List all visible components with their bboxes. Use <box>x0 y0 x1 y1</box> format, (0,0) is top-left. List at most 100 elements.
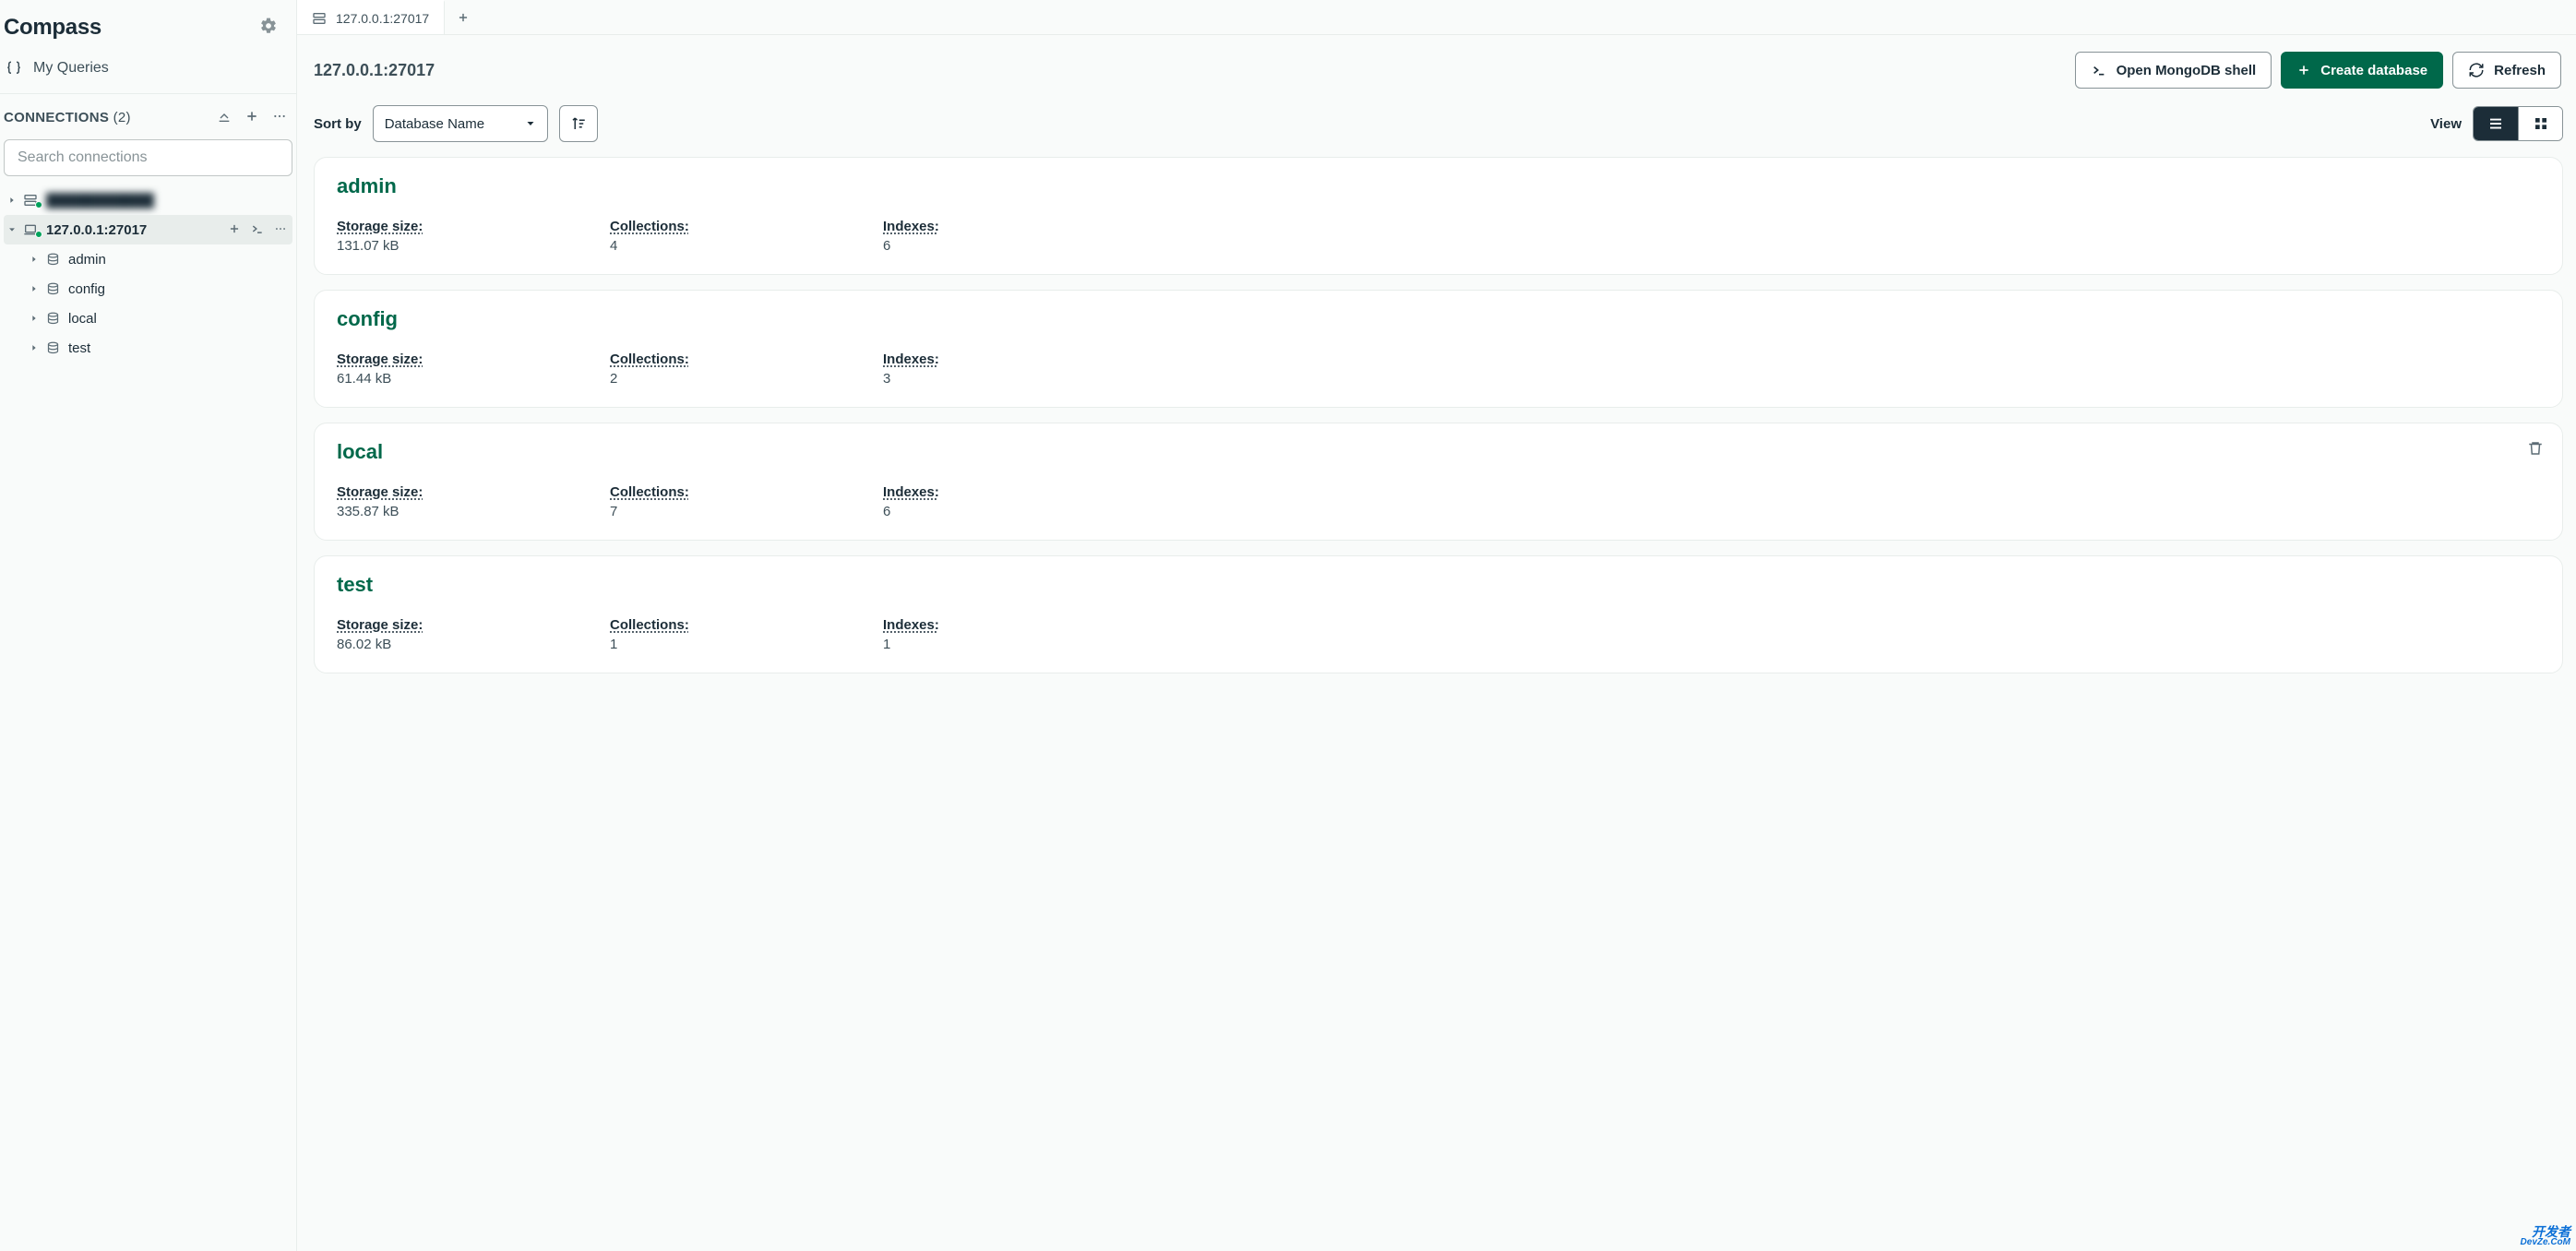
plus-icon <box>2296 63 2311 77</box>
open-shell-button[interactable]: Open MongoDB shell <box>2075 52 2272 89</box>
collections-value: 1 <box>610 637 883 652</box>
database-name: admin <box>337 174 2540 198</box>
database-icon <box>42 253 63 267</box>
database-card[interactable]: local Storage size: 335.87 kB Collection… <box>314 423 2563 541</box>
database-label: config <box>68 281 287 297</box>
chevron-right-icon <box>26 255 42 264</box>
sort-select-value: Database Name <box>385 116 484 132</box>
connection-item[interactable]: ███████████ <box>4 185 292 215</box>
collections-value: 7 <box>610 504 883 519</box>
collections-label: Collections: <box>610 351 689 367</box>
refresh-button[interactable]: Refresh <box>2452 52 2561 89</box>
status-dot-icon <box>35 231 42 238</box>
app-title: Compass <box>4 15 101 41</box>
plus-icon <box>228 222 241 235</box>
watermark: 开发者 DevZe.CoM <box>2521 1225 2570 1247</box>
collapse-all-button[interactable] <box>217 109 232 126</box>
list-icon <box>2487 115 2504 132</box>
database-tree-item[interactable]: admin <box>4 244 292 274</box>
database-label: test <box>68 340 287 356</box>
storage-stat: Storage size: 131.07 kB <box>337 219 610 254</box>
database-tree-item[interactable]: local <box>4 304 292 333</box>
database-name: test <box>337 573 2540 597</box>
connection-label: 127.0.0.1:27017 <box>46 222 228 238</box>
database-stats: Storage size: 131.07 kB Collections: 4 I… <box>337 219 2540 254</box>
settings-button[interactable] <box>256 13 281 42</box>
my-queries-nav[interactable]: My Queries <box>0 49 296 94</box>
connections-more-button[interactable] <box>272 109 287 126</box>
storage-label: Storage size: <box>337 484 423 500</box>
storage-value: 131.07 kB <box>337 238 610 254</box>
database-icon <box>42 341 63 355</box>
storage-label: Storage size: <box>337 617 423 633</box>
braces-icon <box>6 60 22 77</box>
refresh-icon <box>2468 62 2485 78</box>
terminal-icon <box>2091 63 2107 77</box>
storage-stat: Storage size: 86.02 kB <box>337 617 610 652</box>
grid-icon <box>2534 116 2548 131</box>
toolbar-right: View <box>2430 106 2563 141</box>
search-connections <box>4 139 292 176</box>
create-database-label: Create database <box>2320 63 2427 78</box>
database-card[interactable]: admin Storage size: 131.07 kB Collection… <box>314 157 2563 275</box>
connections-label-text: CONNECTIONS <box>4 110 109 125</box>
view-grid-button[interactable] <box>2518 107 2562 140</box>
chevron-right-icon <box>26 314 42 323</box>
toolbar-left: Sort by Database Name <box>314 105 598 142</box>
storage-label: Storage size: <box>337 219 423 234</box>
gear-icon <box>259 17 278 35</box>
database-name: config <box>337 307 2540 331</box>
sort-select[interactable]: Database Name <box>373 105 548 142</box>
add-connection-button[interactable] <box>244 109 259 126</box>
indexes-value: 3 <box>883 371 1156 387</box>
database-tree-item[interactable]: test <box>4 333 292 363</box>
indexes-label: Indexes: <box>883 219 939 234</box>
collections-label: Collections: <box>610 617 689 633</box>
tab-connection[interactable]: 127.0.0.1:27017 <box>297 0 445 34</box>
open-shell-button[interactable] <box>250 222 265 238</box>
view-list-button[interactable] <box>2474 107 2518 140</box>
toolbar: Sort by Database Name View <box>297 105 2576 157</box>
database-stats: Storage size: 61.44 kB Collections: 2 In… <box>337 351 2540 387</box>
chevron-right-icon <box>4 196 20 205</box>
database-tree-item[interactable]: config <box>4 274 292 304</box>
indexes-label: Indexes: <box>883 617 939 633</box>
laptop-icon <box>20 222 41 237</box>
collections-stat: Collections: 1 <box>610 617 883 652</box>
server-icon <box>312 11 327 26</box>
sort-direction-button[interactable] <box>559 105 598 142</box>
connections-count: (2) <box>113 110 131 125</box>
database-icon <box>42 282 63 296</box>
chevron-down-icon <box>4 225 20 234</box>
connection-more-button[interactable] <box>274 222 287 238</box>
delete-database-button[interactable] <box>2527 440 2544 459</box>
new-tab-button[interactable] <box>445 0 482 34</box>
collapse-icon <box>217 109 232 124</box>
collections-value: 4 <box>610 238 883 254</box>
collections-label: Collections: <box>610 219 689 234</box>
connection-label: ███████████ <box>46 193 287 208</box>
database-label: admin <box>68 252 287 268</box>
terminal-icon <box>250 222 265 235</box>
server-icon <box>20 193 41 208</box>
connection-item-active[interactable]: 127.0.0.1:27017 <box>4 215 292 244</box>
indexes-label: Indexes: <box>883 484 939 500</box>
add-database-button[interactable] <box>228 222 241 238</box>
view-label: View <box>2430 116 2462 132</box>
plus-icon <box>244 109 259 124</box>
search-connections-input[interactable] <box>4 139 292 176</box>
sort-icon <box>570 115 587 132</box>
storage-label: Storage size: <box>337 351 423 367</box>
database-list: admin Storage size: 131.07 kB Collection… <box>297 157 2576 692</box>
tab-label: 127.0.0.1:27017 <box>336 11 429 26</box>
collections-value: 2 <box>610 371 883 387</box>
collections-stat: Collections: 4 <box>610 219 883 254</box>
my-queries-label: My Queries <box>33 60 109 77</box>
sidebar: Compass My Queries CONNECTIONS (2) <box>0 0 297 1251</box>
create-database-button[interactable]: Create database <box>2281 52 2443 89</box>
storage-stat: Storage size: 335.87 kB <box>337 484 610 519</box>
database-card[interactable]: config Storage size: 61.44 kB Collection… <box>314 290 2563 408</box>
main: 127.0.0.1:27017 127.0.0.1:27017 Open Mon… <box>297 0 2576 1251</box>
database-card[interactable]: test Storage size: 86.02 kB Collections:… <box>314 555 2563 673</box>
database-icon <box>42 312 63 326</box>
